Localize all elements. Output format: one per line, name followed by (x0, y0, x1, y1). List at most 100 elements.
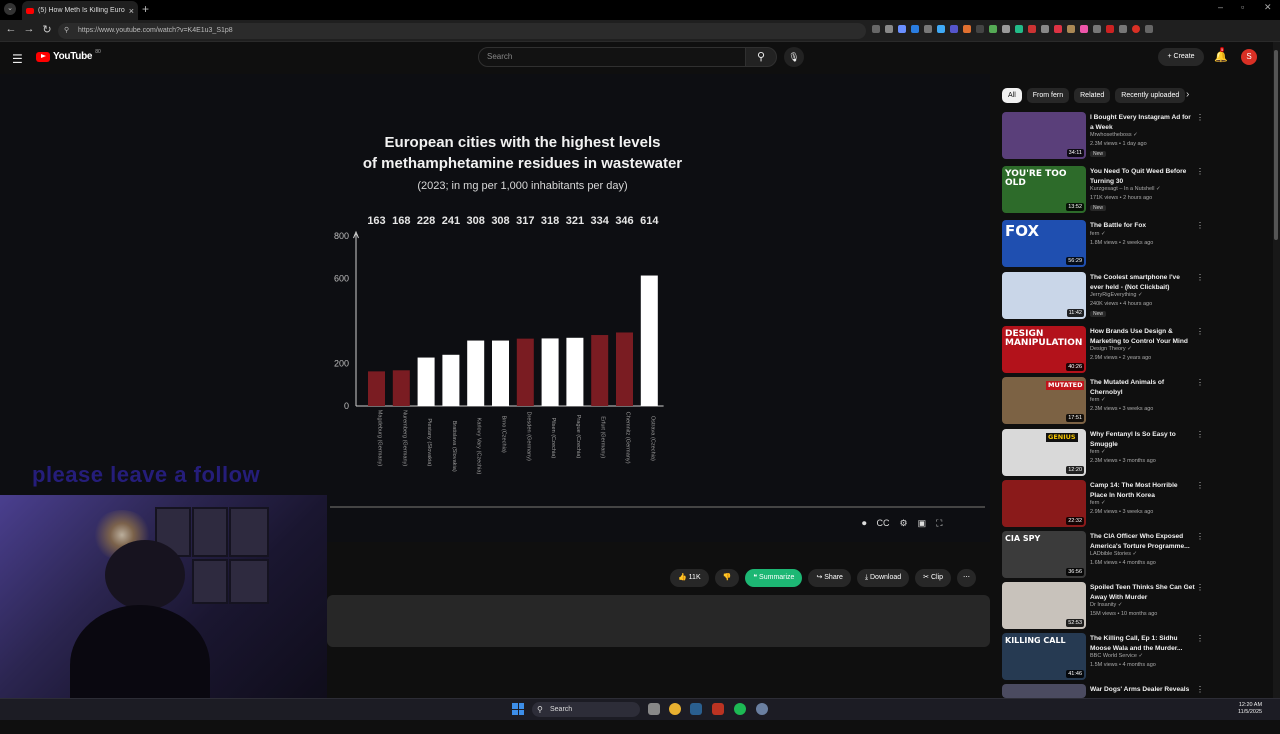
recommendation-item[interactable]: 11:42 The Coolest smartphone I've ever he… (1002, 272, 1272, 322)
clip-button[interactable]: ✂ Clip (915, 569, 952, 587)
search-button[interactable]: ⚲ (745, 47, 777, 67)
video-thumbnail[interactable]: KILLING CALL 41:46 (1002, 633, 1086, 680)
steam-icon[interactable] (690, 703, 702, 715)
video-thumbnail[interactable]: FOX 56:29 (1002, 220, 1086, 267)
video-thumbnail[interactable] (1002, 684, 1086, 698)
recommendation-item[interactable]: YOU'RE TOO OLD 13:52 You Need To Quit Weed… (1002, 166, 1272, 216)
channel-name[interactable]: Dr Insanity ✓ (1090, 602, 1122, 608)
description-box[interactable] (327, 595, 990, 647)
channel-name[interactable]: Design Theory ✓ (1090, 346, 1132, 352)
video-title[interactable]: You Need To Quit Weed Before Turning 30 (1090, 167, 1195, 186)
video-title[interactable]: The Coolest smartphone I've ever held - … (1090, 273, 1195, 292)
channel-name[interactable]: JerryRigEverything ✓ (1090, 292, 1143, 298)
recommendation-item[interactable]: DESIGN MANIPULATION 40:26 How Brands Use D… (1002, 326, 1272, 376)
app-icon[interactable] (712, 703, 724, 715)
more-actions-icon[interactable]: ⋯ (957, 569, 977, 587)
extension-icon[interactable] (1015, 25, 1023, 33)
browser-menu-icon[interactable] (1145, 25, 1153, 33)
extensions-puzzle-icon[interactable] (1119, 25, 1127, 33)
channel-name[interactable]: Kurzgesagt – In a Nutshell ✓ (1090, 186, 1161, 192)
recommendation-item[interactable]: 22:32 Camp 14: The Most Horrible Place In… (1002, 480, 1272, 530)
chrome-icon[interactable] (669, 703, 681, 715)
more-options-icon[interactable]: ⋮ (1196, 583, 1204, 592)
tab-search-icon[interactable]: ⌄ (4, 3, 16, 15)
new-tab-icon[interactable]: + (142, 2, 149, 16)
taskbar-clock[interactable]: 12:20 AM 11/5/2025 (1238, 702, 1262, 716)
miniplayer-icon[interactable]: ▣ (918, 518, 927, 529)
more-options-icon[interactable]: ⋮ (1196, 430, 1204, 439)
more-options-icon[interactable]: ⋮ (1196, 634, 1204, 643)
video-thumbnail[interactable]: CIA SPY 36:56 (1002, 531, 1086, 578)
windows-start-icon[interactable] (512, 703, 524, 715)
video-title[interactable]: Camp 14: The Most Horrible Place In Nort… (1090, 481, 1195, 500)
scrollbar-thumb[interactable] (1274, 50, 1278, 240)
settings-icon[interactable] (756, 703, 768, 715)
scrollbar[interactable] (1273, 42, 1280, 698)
more-options-icon[interactable]: ⋮ (1196, 273, 1204, 282)
video-thumbnail[interactable]: 52:53 (1002, 582, 1086, 629)
extension-icon[interactable] (989, 25, 997, 33)
forward-icon[interactable]: → (22, 23, 36, 35)
avatar[interactable]: S (1241, 49, 1257, 65)
close-tab-icon[interactable]: × (129, 6, 134, 16)
more-options-icon[interactable]: ⋮ (1196, 167, 1204, 176)
like-button[interactable]: 👍 11K (670, 569, 709, 587)
filter-chip[interactable]: From fern (1026, 88, 1070, 103)
bookmark-star-icon[interactable] (885, 25, 893, 33)
video-title[interactable]: The Mutated Animals of Chernobyl (1090, 378, 1195, 397)
video-title[interactable]: How Brands Use Design & Marketing to Con… (1090, 327, 1195, 346)
cast-icon[interactable] (872, 25, 880, 33)
chevron-right-icon[interactable]: › (1186, 89, 1189, 100)
dislike-button[interactable]: 👎 (714, 569, 740, 587)
notifications-bell-icon[interactable]: 🔔 5 (1214, 47, 1228, 63)
site-info-icon[interactable]: ⚲ (64, 23, 69, 39)
extension-icon[interactable] (976, 25, 984, 33)
extension-icon[interactable] (1028, 25, 1036, 33)
autoplay-toggle-icon[interactable]: ⏺ (862, 518, 867, 529)
video-title[interactable]: The CIA Officer Who Exposed America's To… (1090, 532, 1195, 551)
recommendation-item[interactable]: FOX 56:29 The Battle for Fox fern ✓ 1.8M vie… (1002, 220, 1272, 270)
close-window-icon[interactable]: ✕ (1264, 2, 1272, 13)
filter-chip[interactable]: All (1002, 88, 1022, 103)
download-button[interactable]: ⤓ Download (856, 569, 910, 587)
more-options-icon[interactable]: ⋮ (1196, 378, 1204, 387)
spotify-icon[interactable] (734, 703, 746, 715)
more-options-icon[interactable]: ⋮ (1196, 685, 1204, 694)
taskbar-search[interactable]: ⚲ Search (532, 702, 640, 717)
minimize-icon[interactable]: – (1218, 2, 1223, 12)
channel-name[interactable]: BBC World Service ✓ (1090, 653, 1143, 659)
filter-chip[interactable]: Recently uploaded (1115, 88, 1186, 103)
more-options-icon[interactable]: ⋮ (1196, 327, 1204, 336)
recommendation-item[interactable]: GENIUS 12:20 Why Fentanyl Is So Easy to Sm… (1002, 429, 1272, 479)
reload-icon[interactable]: ↻ (40, 23, 54, 36)
video-title[interactable]: The Battle for Fox (1090, 221, 1195, 231)
back-icon[interactable]: ← (4, 23, 18, 35)
extension-icon[interactable] (1080, 25, 1088, 33)
channel-name[interactable]: fern ✓ (1090, 449, 1106, 455)
recommendation-item[interactable]: 52:53 Spoiled Teen Thinks She Can Get Awa… (1002, 582, 1272, 632)
recommendation-item[interactable]: CIA SPY 36:56 The CIA Officer Who Exposed … (1002, 531, 1272, 581)
youtube-logo[interactable]: YouTube 80 (36, 49, 101, 62)
video-thumbnail[interactable]: 34:11 (1002, 112, 1086, 159)
maximize-icon[interactable]: ▫ (1241, 2, 1244, 12)
recommendation-item[interactable]: KILLING CALL 41:46 The Killing Call, Ep 1:… (1002, 633, 1272, 683)
filter-chip[interactable]: Related (1074, 88, 1111, 103)
channel-name[interactable]: fern ✓ (1090, 231, 1106, 237)
extension-icon[interactable] (1041, 25, 1049, 33)
fullscreen-icon[interactable]: ⛶ (936, 518, 942, 529)
browser-tab[interactable]: (5) How Meth Is Killing Europe × (22, 1, 138, 20)
create-button[interactable]: + Create (1158, 48, 1204, 66)
extension-icon[interactable] (924, 25, 932, 33)
extension-icon[interactable] (1093, 25, 1101, 33)
channel-name[interactable]: LADbible Stories ✓ (1090, 551, 1137, 557)
summarize-button[interactable]: ❝ Summarize (745, 569, 803, 587)
video-thumbnail[interactable]: 11:42 (1002, 272, 1086, 319)
menu-icon[interactable]: ☰ (12, 52, 23, 66)
extension-icon[interactable] (898, 25, 906, 33)
channel-name[interactable]: fern ✓ (1090, 500, 1106, 506)
extension-icon[interactable] (1067, 25, 1075, 33)
extension-icon[interactable] (911, 25, 919, 33)
video-title[interactable]: Why Fentanyl Is So Easy to Smuggle (1090, 430, 1195, 449)
video-thumbnail[interactable]: DESIGN MANIPULATION 40:26 (1002, 326, 1086, 373)
video-thumbnail[interactable]: MUTATED 17:51 (1002, 377, 1086, 424)
